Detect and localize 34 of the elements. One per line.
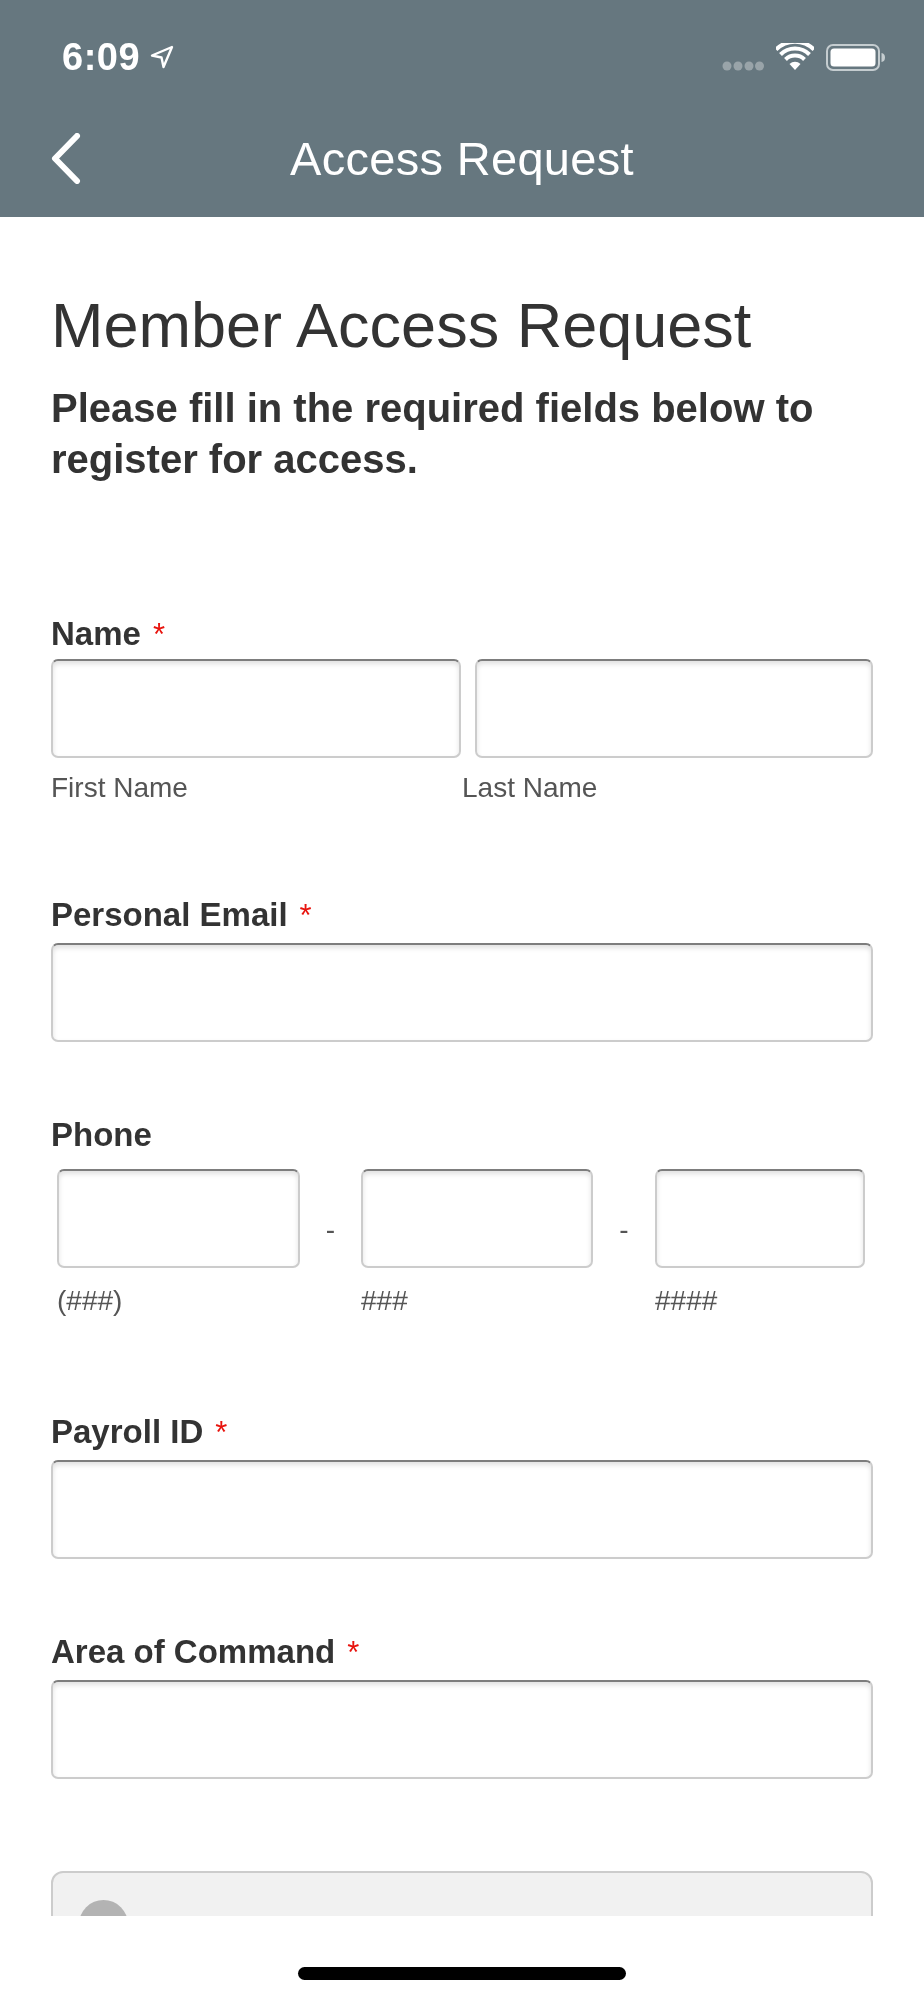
- input-field[interactable]: [57, 1169, 300, 1269]
- signal-dots-icon: [722, 61, 764, 71]
- chevron-left-icon: [50, 133, 81, 184]
- required-asterisk: *: [152, 617, 165, 654]
- required-asterisk: *: [215, 1415, 228, 1452]
- battery-icon: [826, 43, 885, 71]
- page-subtitle: Please fill in the required fields below to register for access.: [51, 385, 815, 484]
- field-label: Personal Email: [51, 896, 288, 935]
- status-time: 6:09: [62, 35, 141, 79]
- required-asterisk: *: [347, 1635, 360, 1672]
- required-asterisk: *: [299, 898, 312, 935]
- wifi-icon: [776, 43, 814, 71]
- input-field[interactable]: [51, 1460, 873, 1560]
- field-label: Name: [51, 615, 141, 654]
- sublabel: (###): [57, 1285, 123, 1318]
- sublabel: ####: [655, 1285, 718, 1318]
- page-title: Member Access Request: [51, 289, 753, 362]
- sublabel: ###: [361, 1285, 408, 1318]
- dash-separator: -: [325, 1212, 336, 1246]
- nav-title: Access Request: [290, 131, 634, 186]
- input-field[interactable]: [51, 943, 873, 1043]
- location-arrow-icon: [150, 45, 175, 69]
- input-field[interactable]: [51, 1680, 873, 1780]
- input-field[interactable]: [655, 1169, 865, 1269]
- sublabel: First Name: [51, 772, 188, 805]
- input-field[interactable]: [51, 659, 461, 759]
- input-field[interactable]: [475, 659, 873, 759]
- field-label: Payroll ID: [51, 1413, 204, 1452]
- back-button[interactable]: [50, 133, 81, 184]
- field-label: Area of Command: [51, 1633, 336, 1672]
- field-label: Phone: [51, 1116, 152, 1155]
- sublabel: Last Name: [462, 772, 598, 805]
- input-field[interactable]: [361, 1169, 593, 1269]
- dash-separator: -: [619, 1212, 629, 1246]
